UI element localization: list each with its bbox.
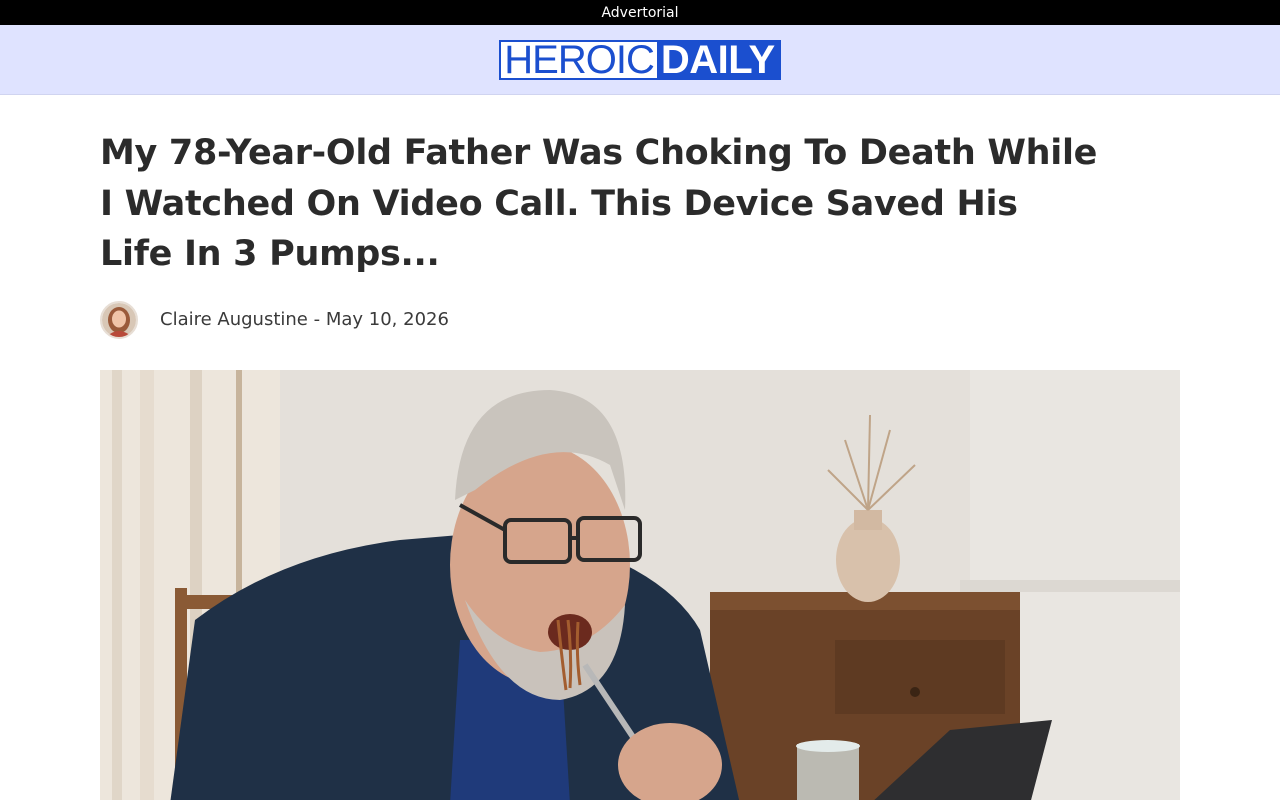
logo-daily: DAILY [656, 40, 779, 80]
author-name[interactable]: Claire Augustine [160, 309, 308, 330]
site-logo[interactable]: HEROIC DAILY [499, 39, 781, 80]
article-headline: My 78-Year-Old Father Was Choking To Dea… [100, 133, 1098, 274]
hero-photo-illustration [100, 369, 1180, 800]
publish-date: May 10, 2026 [325, 309, 449, 330]
byline: Claire Augustine - May 10, 2026 [100, 300, 1180, 340]
byline-text: Claire Augustine - May 10, 2026 [160, 309, 449, 330]
author-avatar-image [102, 302, 136, 337]
advertorial-bar: Advertorial [0, 0, 1280, 25]
article: My 78-Year-Old Father Was Choking To Dea… [0, 128, 1280, 800]
hero-image [100, 369, 1180, 800]
advertorial-label: Advertorial [601, 4, 679, 21]
masthead: HEROIC DAILY [0, 25, 1280, 95]
byline-separator: - [307, 309, 326, 330]
logo-heroic: HEROIC [501, 40, 657, 80]
author-avatar [100, 300, 138, 339]
